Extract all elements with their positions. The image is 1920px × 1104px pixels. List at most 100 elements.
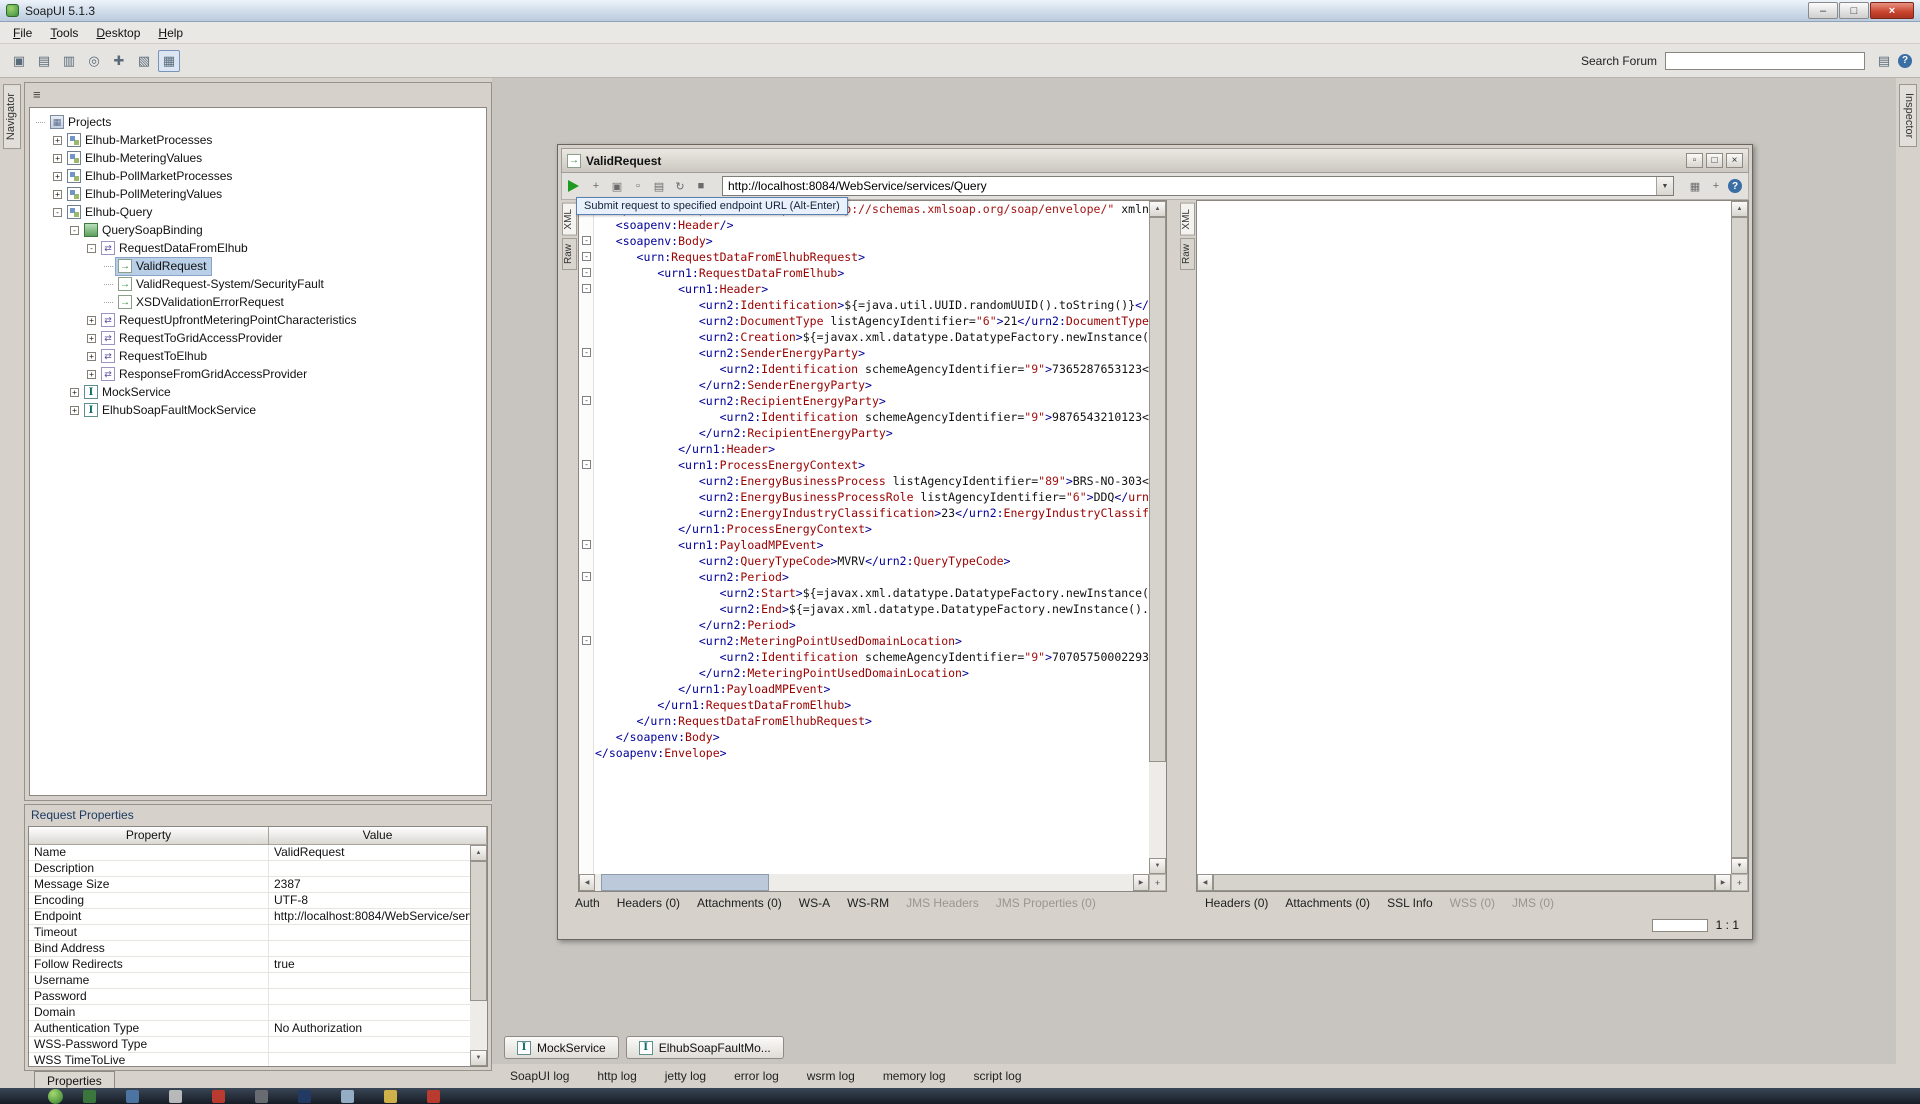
tree-item-requestupfrontmeteringpointcharacteristics[interactable]: +RequestUpfrontMeteringPointCharacterist…	[30, 311, 486, 329]
property-row[interactable]: WSS TimeToLive	[29, 1053, 487, 1067]
tab-attachments-0[interactable]: Attachments (0)	[1285, 896, 1370, 910]
property-row[interactable]: Domain	[29, 1005, 487, 1021]
property-row[interactable]: WSS-Password Type	[29, 1037, 487, 1053]
response-xml-editor[interactable]: ▲ ▼ ◀ ▶ +	[1196, 200, 1749, 892]
help-icon[interactable]: ?	[1728, 179, 1742, 193]
start-button[interactable]	[48, 1089, 63, 1104]
tree-item-requesttogridaccessprovider[interactable]: +RequestToGridAccessProvider	[30, 329, 486, 347]
taskbar-icon[interactable]	[298, 1090, 311, 1103]
tree-toggle-icon[interactable]: +	[87, 370, 96, 379]
proxy-icon[interactable]: ▧	[133, 50, 155, 72]
tree-toggle-icon[interactable]: -	[70, 226, 79, 235]
tree-toggle-icon[interactable]: +	[53, 190, 62, 199]
clone-request-icon[interactable]: ▤	[650, 177, 668, 195]
response-horizontal-scrollbar[interactable]: ◀ ▶	[1197, 874, 1731, 891]
request-xml-editor[interactable]: ---------- <soapenv:Envelope xmlns:soape…	[578, 200, 1167, 892]
editor-zoom-icon[interactable]: +	[1731, 874, 1748, 891]
scroll-up-icon[interactable]: ▲	[470, 845, 487, 861]
tree-toggle-icon[interactable]: +	[70, 388, 79, 397]
tree-item-querysoapbinding[interactable]: -QuerySoapBinding	[30, 221, 486, 239]
new-workspace-icon[interactable]: ▣	[8, 50, 30, 72]
log-tab-soapui-log[interactable]: SoapUI log	[510, 1069, 569, 1083]
editor-zoom-icon[interactable]: +	[1149, 874, 1166, 891]
taskbar-icon[interactable]	[341, 1090, 354, 1103]
scroll-down-icon[interactable]: ▼	[1149, 858, 1166, 874]
scroll-thumb[interactable]	[1149, 217, 1166, 762]
property-row[interactable]: Endpointhttp://localhost:8084/WebService…	[29, 909, 487, 925]
tree-toggle-icon[interactable]: -	[53, 208, 62, 217]
tree-item-elhub-query[interactable]: -Elhub-Query	[30, 203, 486, 221]
add-to-testcase-icon[interactable]: +	[587, 177, 605, 195]
log-tab-jetty-log[interactable]: jetty log	[665, 1069, 706, 1083]
editor-tab-raw[interactable]: Raw	[1180, 238, 1195, 270]
tree-item-validrequest[interactable]: ValidRequest	[30, 257, 486, 275]
property-row[interactable]: Timeout	[29, 925, 487, 941]
tree-toggle-icon[interactable]: -	[87, 244, 96, 253]
request-xml-content[interactable]: <soapenv:Envelope xmlns:soapenv="http://…	[595, 201, 1149, 874]
log-tab-wsrm-log[interactable]: wsrm log	[807, 1069, 855, 1083]
minimize-button[interactable]: –	[1808, 2, 1838, 19]
property-row[interactable]: EncodingUTF-8	[29, 893, 487, 909]
scroll-down-icon[interactable]: ▼	[470, 1050, 487, 1066]
property-row[interactable]: Bind Address	[29, 941, 487, 957]
request-horizontal-scrollbar[interactable]: ◀ ▶	[579, 874, 1149, 891]
import-workspace-icon[interactable]: ▤	[33, 50, 55, 72]
submit-request-button[interactable]	[568, 180, 579, 192]
taskbar-icon[interactable]	[427, 1090, 440, 1103]
scroll-down-icon[interactable]: ▼	[1731, 858, 1748, 874]
fold-toggle-icon[interactable]: -	[582, 636, 591, 645]
tree-item-requesttoelhub[interactable]: +RequestToElhub	[30, 347, 486, 365]
properties-scrollbar[interactable]: ▲ ▼	[470, 845, 487, 1066]
cancel-request-icon[interactable]: ■	[692, 177, 710, 195]
tab-auth[interactable]: Auth	[575, 896, 600, 910]
scroll-up-icon[interactable]: ▲	[1149, 201, 1166, 217]
table-layout-icon[interactable]: ▦	[1686, 177, 1704, 195]
menu-file[interactable]: File	[4, 23, 41, 43]
fold-toggle-icon[interactable]: -	[582, 284, 591, 293]
tree-item-responsefromgridaccessprovider[interactable]: +ResponseFromGridAccessProvider	[30, 365, 486, 383]
desktop-tab-elhubsoapfaultmo[interactable]: ElhubSoapFaultMo...	[626, 1036, 784, 1059]
endpoint-url-input[interactable]	[723, 179, 1656, 193]
fold-toggle-icon[interactable]: -	[582, 268, 591, 277]
close-button[interactable]: ×	[1870, 2, 1914, 19]
log-tab-http-log[interactable]: http log	[597, 1069, 636, 1083]
tab-headers-0[interactable]: Headers (0)	[1205, 896, 1268, 910]
desktop-panel-icon[interactable]: ▦	[158, 50, 180, 72]
tree-toggle-icon[interactable]: +	[87, 352, 96, 361]
save-all-icon[interactable]: ▥	[58, 50, 80, 72]
search-forum-input[interactable]	[1665, 52, 1865, 70]
tree-item-mockservice[interactable]: +MockService	[30, 383, 486, 401]
tree-item-elhub-marketprocesses[interactable]: +Elhub-MarketProcesses	[30, 131, 486, 149]
log-tab-error-log[interactable]: error log	[734, 1069, 779, 1083]
tree-toggle-icon[interactable]: +	[53, 172, 62, 181]
create-empty-icon[interactable]: ▫	[629, 177, 647, 195]
scroll-thumb[interactable]	[601, 874, 769, 891]
minimize-window-icon[interactable]: ▫	[1686, 153, 1703, 168]
tree-item-requestdatafromelhub[interactable]: -RequestDataFromElhub	[30, 239, 486, 257]
taskbar-icon[interactable]	[126, 1090, 139, 1103]
help-icon[interactable]: ?	[1898, 54, 1912, 68]
close-window-icon[interactable]: ×	[1726, 153, 1743, 168]
desktop-tab-mockservice[interactable]: MockService	[504, 1036, 619, 1059]
editor-splitter[interactable]	[1167, 200, 1179, 892]
menu-help[interactable]: Help	[149, 23, 192, 43]
fold-toggle-icon[interactable]: -	[582, 348, 591, 357]
taskbar-icon[interactable]	[384, 1090, 397, 1103]
editor-tab-xml[interactable]: XML	[562, 203, 577, 236]
taskbar-icon[interactable]	[169, 1090, 182, 1103]
fold-toggle-icon[interactable]: -	[582, 252, 591, 261]
scroll-thumb[interactable]	[470, 861, 487, 1001]
inspector-dock-tab[interactable]: Inspector	[1899, 84, 1917, 147]
window-titlebar[interactable]: SoapUI 5.1.3 – □ ×	[0, 0, 1920, 22]
tab-ws-rm[interactable]: WS-RM	[847, 896, 889, 910]
scroll-thumb[interactable]	[1213, 874, 1715, 891]
add-to-mockservice-icon[interactable]: ▣	[608, 177, 626, 195]
tree-item-elhub-pollmarketprocesses[interactable]: +Elhub-PollMarketProcesses	[30, 167, 486, 185]
fold-toggle-icon[interactable]: -	[582, 396, 591, 405]
forum-archive-icon[interactable]: ▤	[1873, 50, 1895, 72]
property-row[interactable]: NameValidRequest	[29, 845, 487, 861]
property-row[interactable]: Authentication TypeNo Authorization	[29, 1021, 487, 1037]
tree-toggle-icon[interactable]: +	[70, 406, 79, 415]
fold-toggle-icon[interactable]: -	[582, 460, 591, 469]
scroll-up-icon[interactable]: ▲	[1731, 201, 1748, 217]
